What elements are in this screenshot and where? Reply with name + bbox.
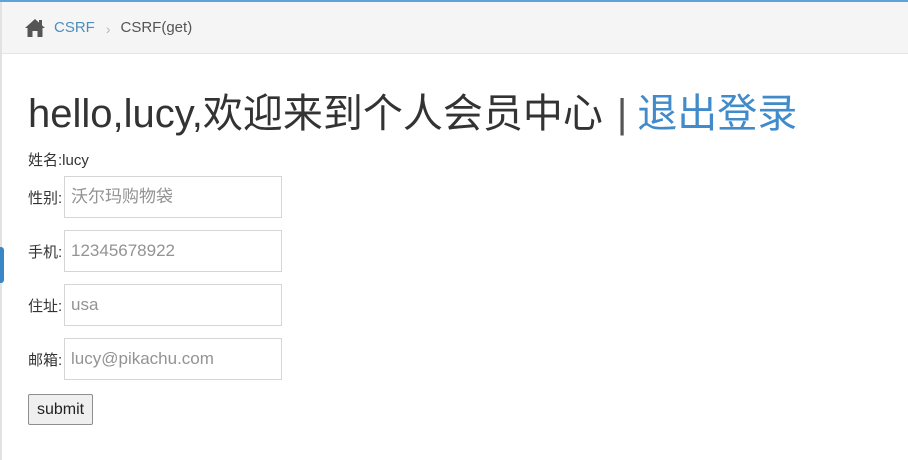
gender-row: 性别: [28, 176, 908, 218]
member-center: hello,lucy,欢迎来到个人会员中心 |退出登录 姓名:lucy 性别: 手… [28, 86, 908, 425]
breadcrumb-current: CSRF(get) [120, 19, 193, 36]
phone-field[interactable] [64, 230, 282, 272]
breadcrumb: CSRF › CSRF(get) [2, 2, 908, 54]
home-icon[interactable] [24, 18, 46, 38]
page-title: hello,lucy,欢迎来到个人会员中心 | 退出登录 [28, 86, 908, 142]
email-field[interactable] [64, 338, 282, 380]
sidebar-toggle-tab[interactable] [0, 247, 4, 283]
title-divider: | [616, 92, 628, 136]
sidebar-edge [0, 2, 2, 460]
gender-label: 性别: [28, 189, 63, 207]
email-label: 邮箱: [28, 351, 63, 369]
address-row: 住址: [28, 284, 908, 326]
phone-label: 手机: [28, 243, 63, 261]
name-value: lucy [62, 152, 89, 169]
app-frame: CSRF › CSRF(get) hello,lucy,欢迎来到个人会员中心 | 退… [0, 0, 908, 460]
name-label: 姓名: [28, 152, 63, 169]
name-row: 姓名:lucy [28, 150, 908, 172]
chevron-right-icon: › [105, 20, 111, 37]
address-field[interactable] [64, 284, 282, 326]
logout-link[interactable]: 退出登录 [637, 92, 797, 136]
welcome-text: hello,lucy,欢迎来到个人会员中心 [28, 92, 603, 136]
breadcrumb-link-csrf[interactable]: CSRF [54, 19, 95, 36]
gender-field[interactable] [64, 176, 282, 218]
email-row: 邮箱: [28, 338, 908, 380]
submit-button[interactable]: submit [28, 394, 94, 425]
profile-form: 性别: 手机: 住址: 邮箱: submit [28, 176, 908, 425]
phone-row: 手机: [28, 230, 908, 272]
address-label: 住址: [28, 297, 63, 315]
